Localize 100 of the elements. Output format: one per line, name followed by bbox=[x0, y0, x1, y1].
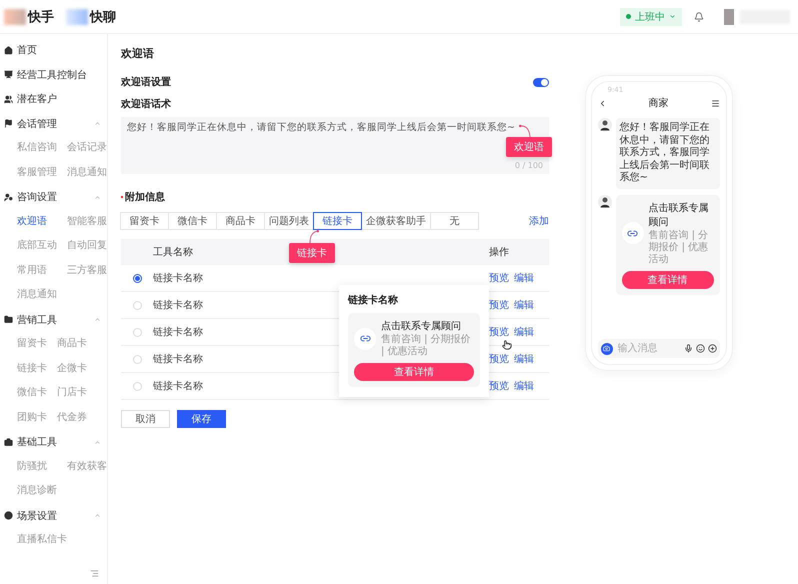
action-link[interactable]: 编辑 bbox=[514, 379, 534, 393]
link-icon bbox=[360, 333, 370, 344]
flag-icon bbox=[4, 119, 13, 128]
card-tab[interactable]: 企微获客助手 bbox=[361, 212, 431, 230]
card-tab[interactable]: 链接卡 bbox=[313, 212, 362, 230]
card-title: 点击联系专属顾问 bbox=[648, 202, 710, 228]
smile-icon[interactable] bbox=[696, 344, 704, 353]
sidebar-item[interactable]: 常用语 bbox=[17, 258, 47, 283]
sidebar-group[interactable]: 咨询设置 bbox=[4, 185, 107, 210]
toggle-switch[interactable] bbox=[533, 78, 549, 86]
sidebar-item[interactable]: 防骚扰 bbox=[17, 454, 47, 479]
chat-title: 商家 bbox=[648, 96, 668, 110]
avatar-icon bbox=[598, 118, 612, 132]
sidebar-item[interactable]: 底部互动 bbox=[17, 234, 57, 258]
avatar-icon bbox=[598, 194, 612, 208]
column-header: 操作 bbox=[489, 246, 509, 259]
message-input[interactable]: 输入消息 bbox=[616, 342, 680, 355]
action-link[interactable]: 编辑 bbox=[514, 325, 534, 339]
card-tab[interactable]: 商品卡 bbox=[216, 212, 265, 230]
sidebar-item[interactable]: 有效获客 bbox=[67, 454, 107, 479]
callout-tag: 欢迎语 bbox=[506, 137, 552, 157]
collapse-icon[interactable] bbox=[90, 569, 99, 578]
action-link[interactable]: 编辑 bbox=[514, 352, 534, 366]
radio-button[interactable] bbox=[132, 274, 142, 282]
page-title: 欢迎语 bbox=[121, 46, 155, 61]
leader-line bbox=[309, 230, 319, 244]
card-tab[interactable]: 留资卡 bbox=[120, 212, 169, 230]
sidebar-item[interactable]: 消息通知 bbox=[67, 160, 107, 185]
sidebar-item[interactable]: 智能客服 bbox=[67, 210, 107, 234]
chevron-up-icon bbox=[94, 194, 101, 201]
sidebar-item[interactable]: 消息通知 bbox=[17, 283, 57, 308]
board-icon bbox=[4, 70, 13, 80]
chevron-up-icon bbox=[94, 438, 101, 446]
user-gear-icon bbox=[4, 192, 13, 202]
action-link[interactable]: 编辑 bbox=[514, 298, 534, 312]
sidebar-group[interactable]: 首页 bbox=[4, 38, 107, 62]
logo-text: 快聊 bbox=[90, 8, 116, 26]
hand-cursor-icon bbox=[502, 340, 512, 350]
caret-icon bbox=[669, 13, 676, 20]
camera-button[interactable] bbox=[600, 342, 612, 354]
bell-icon[interactable] bbox=[694, 12, 704, 22]
sidebar-group[interactable]: 会话管理 bbox=[4, 112, 107, 136]
message-bar[interactable]: 输入消息 bbox=[598, 339, 720, 358]
card-subtitle: 售前咨询 | 分期报价 | 优惠活动 bbox=[381, 334, 472, 358]
action-link[interactable]: 预览 bbox=[489, 379, 509, 393]
action-link[interactable]: 预览 bbox=[489, 298, 509, 312]
add-link[interactable]: 添加 bbox=[529, 214, 549, 228]
section-label: 附加信息 bbox=[125, 190, 165, 204]
details-button[interactable]: 查看详情 bbox=[622, 270, 714, 288]
mic-icon[interactable] bbox=[684, 344, 692, 353]
sidebar-item[interactable]: 企微卡 bbox=[57, 356, 87, 381]
sidebar-item[interactable]: 会话记录 bbox=[67, 136, 107, 160]
sidebar-item[interactable]: 代金券 bbox=[57, 406, 87, 430]
action-link[interactable]: 预览 bbox=[489, 271, 509, 285]
logo-text: 快手 bbox=[28, 8, 54, 26]
leader-line bbox=[519, 124, 531, 138]
menu-icon[interactable] bbox=[710, 98, 720, 108]
chat-bubble: 您好！客服同学正在休息中，请留下您的联系方式，客服同学上线后会第一时间联系您~ bbox=[616, 118, 720, 188]
briefcase-icon bbox=[4, 438, 13, 447]
cancel-button[interactable]: 取消 bbox=[121, 410, 170, 428]
sidebar-item[interactable]: 欢迎语 bbox=[17, 210, 47, 234]
sidebar-item[interactable]: 自动回复 bbox=[67, 234, 107, 258]
folder-icon bbox=[4, 315, 13, 324]
sidebar-item[interactable]: 链接卡 bbox=[17, 356, 47, 381]
sidebar-item[interactable]: 直播私信卡 bbox=[17, 528, 67, 552]
sidebar-item[interactable]: 客服管理 bbox=[17, 160, 57, 185]
plus-icon[interactable] bbox=[708, 344, 716, 353]
sidebar-group[interactable]: 营销工具 bbox=[4, 308, 107, 332]
sidebar-item[interactable]: 商品卡 bbox=[57, 332, 87, 356]
section-label: 欢迎语设置 bbox=[121, 75, 171, 89]
save-button[interactable]: 保存 bbox=[177, 410, 226, 428]
card-tab[interactable]: 问题列表 bbox=[264, 212, 314, 230]
sidebar-item[interactable]: 消息诊断 bbox=[17, 479, 57, 504]
sidebar-item[interactable]: 私信咨询 bbox=[17, 136, 57, 160]
status-dropdown[interactable]: 上班中 bbox=[620, 8, 682, 26]
card-tab[interactable]: 无 bbox=[430, 212, 479, 230]
logo-icon bbox=[66, 8, 88, 24]
callout-tag: 链接卡 bbox=[289, 243, 335, 263]
sidebar-item[interactable]: 门店卡 bbox=[57, 381, 87, 406]
chevron-up-icon bbox=[94, 316, 101, 324]
sidebar-group[interactable]: 基础工具 bbox=[4, 430, 107, 454]
popover-title: 链接卡名称 bbox=[348, 294, 399, 307]
sidebar-item[interactable]: 微信卡 bbox=[17, 381, 47, 406]
details-button[interactable]: 查看详情 bbox=[354, 363, 474, 381]
action-link[interactable]: 预览 bbox=[489, 325, 509, 339]
card-title: 点击联系专属顾问 bbox=[381, 320, 462, 333]
action-link[interactable]: 预览 bbox=[489, 352, 509, 366]
table-cell-text: 链接卡名称 bbox=[153, 380, 203, 393]
avatar-placeholder bbox=[724, 8, 734, 24]
card-tab[interactable]: 微信卡 bbox=[168, 212, 217, 230]
sidebar-group[interactable]: 潜在客户 bbox=[4, 87, 107, 112]
field-label: 欢迎语话术 bbox=[121, 99, 171, 110]
chevron-up-icon bbox=[94, 512, 101, 520]
sidebar-group[interactable]: 经营工具控制台 bbox=[4, 62, 107, 87]
sidebar-item[interactable]: 团购卡 bbox=[17, 406, 47, 430]
action-link[interactable]: 编辑 bbox=[514, 271, 534, 285]
sidebar-item[interactable]: 留资卡 bbox=[17, 332, 47, 356]
sidebar-item[interactable]: 三方客服 bbox=[67, 258, 107, 283]
sidebar-group[interactable]: 场景设置 bbox=[4, 504, 107, 528]
dot-circle-icon bbox=[4, 511, 13, 520]
